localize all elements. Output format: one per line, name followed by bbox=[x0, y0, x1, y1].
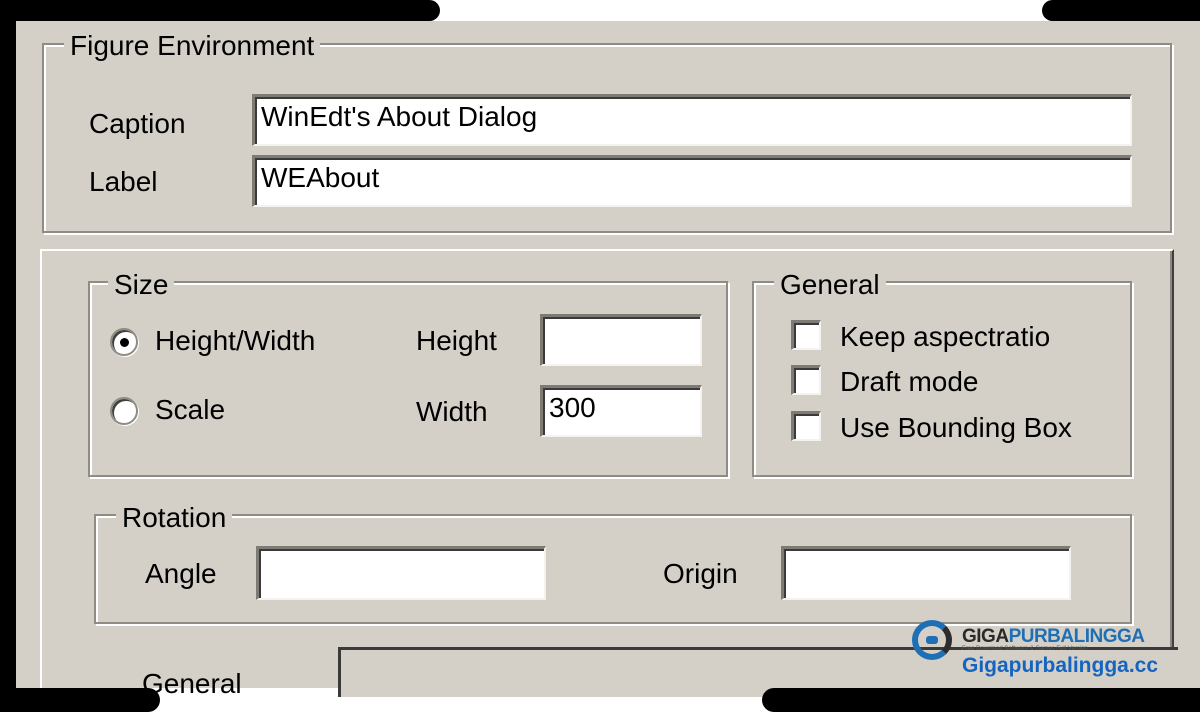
top-left-frame-bar bbox=[0, 0, 440, 21]
keep-aspectratio-checkbox[interactable] bbox=[791, 320, 821, 350]
height-label: Height bbox=[416, 325, 497, 356]
top-right-frame-bar bbox=[1042, 0, 1200, 21]
angle-label: Angle bbox=[145, 558, 217, 589]
size-legend: Size bbox=[108, 270, 175, 300]
general-legend: General bbox=[774, 270, 886, 300]
left-frame-bar bbox=[0, 0, 16, 712]
scale-radio[interactable] bbox=[110, 397, 138, 425]
watermark-brand: GIGAPURBALINGGA bbox=[962, 626, 1145, 648]
bottom-right-frame-bar bbox=[762, 688, 1200, 712]
figure-dialog: Figure Environment Caption WinEdt's Abou… bbox=[16, 21, 1200, 699]
origin-input[interactable] bbox=[781, 546, 1071, 600]
caption-label: Caption bbox=[89, 108, 186, 139]
bottom-left-frame-bar bbox=[0, 688, 160, 712]
watermark-brand-part2: PURBALINGGA bbox=[1008, 626, 1145, 647]
size-group bbox=[88, 281, 728, 477]
use-bounding-box-label[interactable]: Use Bounding Box bbox=[840, 413, 1072, 443]
draft-mode-checkbox[interactable] bbox=[791, 365, 821, 395]
rotation-legend: Rotation bbox=[116, 503, 233, 533]
width-input[interactable]: 300 bbox=[540, 385, 702, 437]
draft-mode-label[interactable]: Draft mode bbox=[840, 367, 979, 397]
width-label: Width bbox=[416, 396, 488, 427]
scale-option-label[interactable]: Scale bbox=[155, 395, 225, 425]
watermark-brand-part1: GIGA bbox=[962, 626, 1009, 647]
watermark-logo-icon bbox=[912, 620, 952, 660]
height-width-radio[interactable] bbox=[110, 328, 138, 356]
use-bounding-box-checkbox[interactable] bbox=[791, 411, 821, 441]
label-input[interactable]: WEAbout bbox=[252, 155, 1132, 207]
height-input[interactable] bbox=[540, 314, 702, 366]
watermark: GIGAPURBALINGGA Free Download Software &… bbox=[912, 620, 1162, 682]
figure-environment-legend: Figure Environment bbox=[64, 31, 321, 61]
height-width-option-label[interactable]: Height/Width bbox=[155, 326, 315, 356]
label-label: Label bbox=[89, 166, 158, 197]
watermark-tagline: Free Download Software & Games Full Vers… bbox=[962, 646, 1088, 652]
angle-input[interactable] bbox=[256, 546, 546, 600]
keep-aspectratio-label[interactable]: Keep aspectratio bbox=[840, 322, 1050, 352]
watermark-url: Gigapurbalingga.cc bbox=[962, 654, 1159, 677]
origin-label: Origin bbox=[663, 558, 738, 589]
caption-input[interactable]: WinEdt's About Dialog bbox=[252, 94, 1132, 146]
radio-selected-dot bbox=[120, 338, 129, 347]
